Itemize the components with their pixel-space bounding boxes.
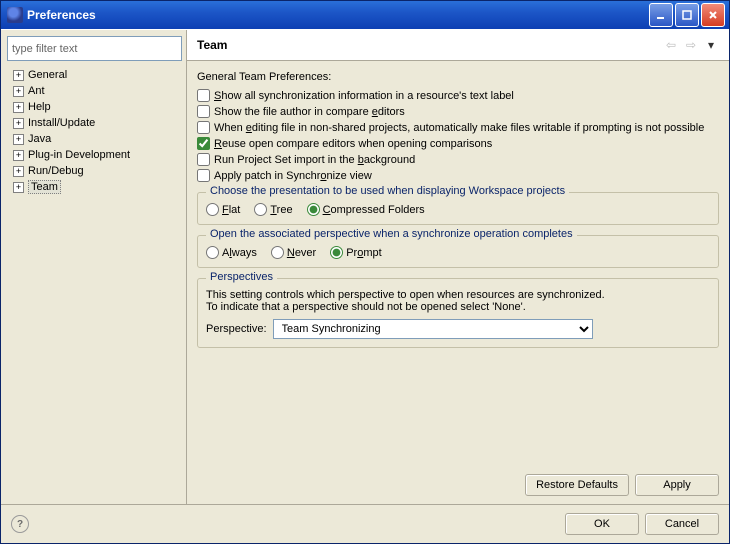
tree-item-java[interactable]: +Java — [7, 131, 182, 147]
preferences-window: Preferences +General +Ant +Help +Install… — [0, 0, 730, 544]
perspectives-desc1: This setting controls which perspective … — [206, 289, 710, 301]
back-icon[interactable]: ⇦ — [663, 37, 679, 53]
expand-icon[interactable]: + — [13, 102, 24, 113]
radio-tree[interactable]: Tree — [254, 203, 292, 216]
group-legend: Choose the presentation to be used when … — [206, 185, 569, 197]
tree-item-help[interactable]: +Help — [7, 99, 182, 115]
chk-label: Run Project Set import in the background — [214, 154, 415, 166]
page-header: Team ⇦ ⇨ ▾ — [187, 30, 729, 61]
tree-item-run-debug[interactable]: +Run/Debug — [7, 163, 182, 179]
menu-icon[interactable]: ▾ — [703, 37, 719, 53]
group-presentation: Choose the presentation to be used when … — [197, 192, 719, 225]
filter-input[interactable] — [7, 36, 182, 61]
main-panel: Team ⇦ ⇨ ▾ General Team Preferences: Sho… — [187, 30, 729, 504]
radio-always[interactable]: Always — [206, 246, 257, 259]
titlebar[interactable]: Preferences — [1, 1, 729, 29]
expand-icon[interactable]: + — [13, 86, 24, 97]
page-button-row: Restore Defaults Apply — [187, 468, 729, 504]
tree-item-install-update[interactable]: +Install/Update — [7, 115, 182, 131]
window-title: Preferences — [27, 8, 96, 22]
maximize-button[interactable] — [675, 3, 699, 27]
group-legend: Perspectives — [206, 271, 277, 283]
tree-item-team[interactable]: +Team — [7, 179, 182, 195]
sidebar: +General +Ant +Help +Install/Update +Jav… — [1, 30, 187, 504]
close-button[interactable] — [701, 3, 725, 27]
chk-apply-patch-sync[interactable]: Apply patch in Synchronize view — [197, 169, 719, 182]
group-open-perspective: Open the associated perspective when a s… — [197, 235, 719, 268]
perspective-combo[interactable]: Team Synchronizing — [273, 319, 593, 339]
category-tree[interactable]: +General +Ant +Help +Install/Update +Jav… — [7, 67, 182, 500]
chk-label: When editing file in non-shared projects… — [214, 122, 704, 134]
forward-icon[interactable]: ⇨ — [683, 37, 699, 53]
chk-label: Apply patch in Synchronize view — [214, 170, 372, 182]
chk-show-author[interactable]: Show the file author in compare editors — [197, 105, 719, 118]
cancel-button[interactable]: Cancel — [645, 513, 719, 535]
expand-icon[interactable]: + — [13, 166, 24, 177]
perspective-field-label: Perspective: — [206, 323, 267, 335]
help-icon[interactable]: ? — [11, 515, 29, 533]
section-label: General Team Preferences: — [197, 71, 719, 83]
group-legend: Open the associated perspective when a s… — [206, 228, 577, 240]
chk-run-project-set-bg[interactable]: Run Project Set import in the background — [197, 153, 719, 166]
ok-button[interactable]: OK — [565, 513, 639, 535]
radio-compressed[interactable]: Compressed Folders — [307, 203, 425, 216]
chk-editing-writable[interactable]: When editing file in non-shared projects… — [197, 121, 719, 134]
chk-label: Show the file author in compare editors — [214, 106, 405, 118]
page-content: General Team Preferences: Show all synch… — [187, 61, 729, 468]
expand-icon[interactable]: + — [13, 118, 24, 129]
expand-icon[interactable]: + — [13, 150, 24, 161]
radio-never[interactable]: Never — [271, 246, 316, 259]
chk-label: Show all synchronization information in … — [214, 90, 514, 102]
radio-prompt[interactable]: Prompt — [330, 246, 381, 259]
perspectives-desc2: To indicate that a perspective should no… — [206, 301, 710, 313]
chk-label: Reuse open compare editors when opening … — [214, 138, 492, 150]
apply-button[interactable]: Apply — [635, 474, 719, 496]
radio-flat[interactable]: Flat — [206, 203, 240, 216]
group-perspectives: Perspectives This setting controls which… — [197, 278, 719, 348]
page-title: Team — [197, 38, 227, 52]
app-icon — [7, 7, 23, 23]
expand-icon[interactable]: + — [13, 182, 24, 193]
tree-item-general[interactable]: +General — [7, 67, 182, 83]
tree-item-ant[interactable]: +Ant — [7, 83, 182, 99]
expand-icon[interactable]: + — [13, 134, 24, 145]
expand-icon[interactable]: + — [13, 70, 24, 81]
chk-show-sync-info[interactable]: Show all synchronization information in … — [197, 89, 719, 102]
dialog-button-bar: ? OK Cancel — [1, 504, 729, 543]
chk-reuse-compare[interactable]: Reuse open compare editors when opening … — [197, 137, 719, 150]
tree-item-plugin-dev[interactable]: +Plug-in Development — [7, 147, 182, 163]
minimize-button[interactable] — [649, 3, 673, 27]
restore-defaults-button[interactable]: Restore Defaults — [525, 474, 629, 496]
